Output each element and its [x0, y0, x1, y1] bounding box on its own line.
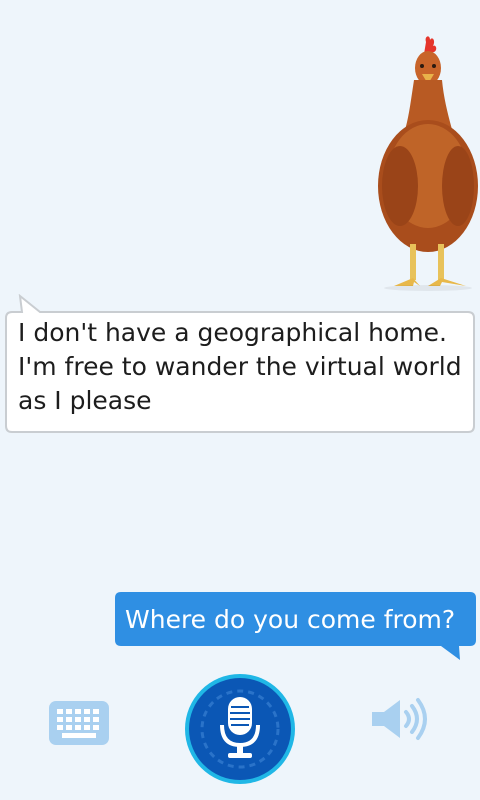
bot-message-text: I don't have a geographical home. I'm fr…	[18, 318, 462, 415]
speaker-icon[interactable]	[370, 694, 430, 744]
user-message-text: Where do you come from?	[125, 605, 456, 634]
talking-chicken-screen: I don't have a geographical home. I'm fr…	[0, 0, 480, 800]
chicken-avatar	[378, 36, 478, 291]
microphone-button[interactable]	[184, 673, 296, 785]
keyboard-icon[interactable]	[48, 700, 110, 746]
user-message-bubble: Where do you come from?	[115, 592, 476, 662]
bot-message-bubble: I don't have a geographical home. I'm fr…	[4, 294, 476, 433]
